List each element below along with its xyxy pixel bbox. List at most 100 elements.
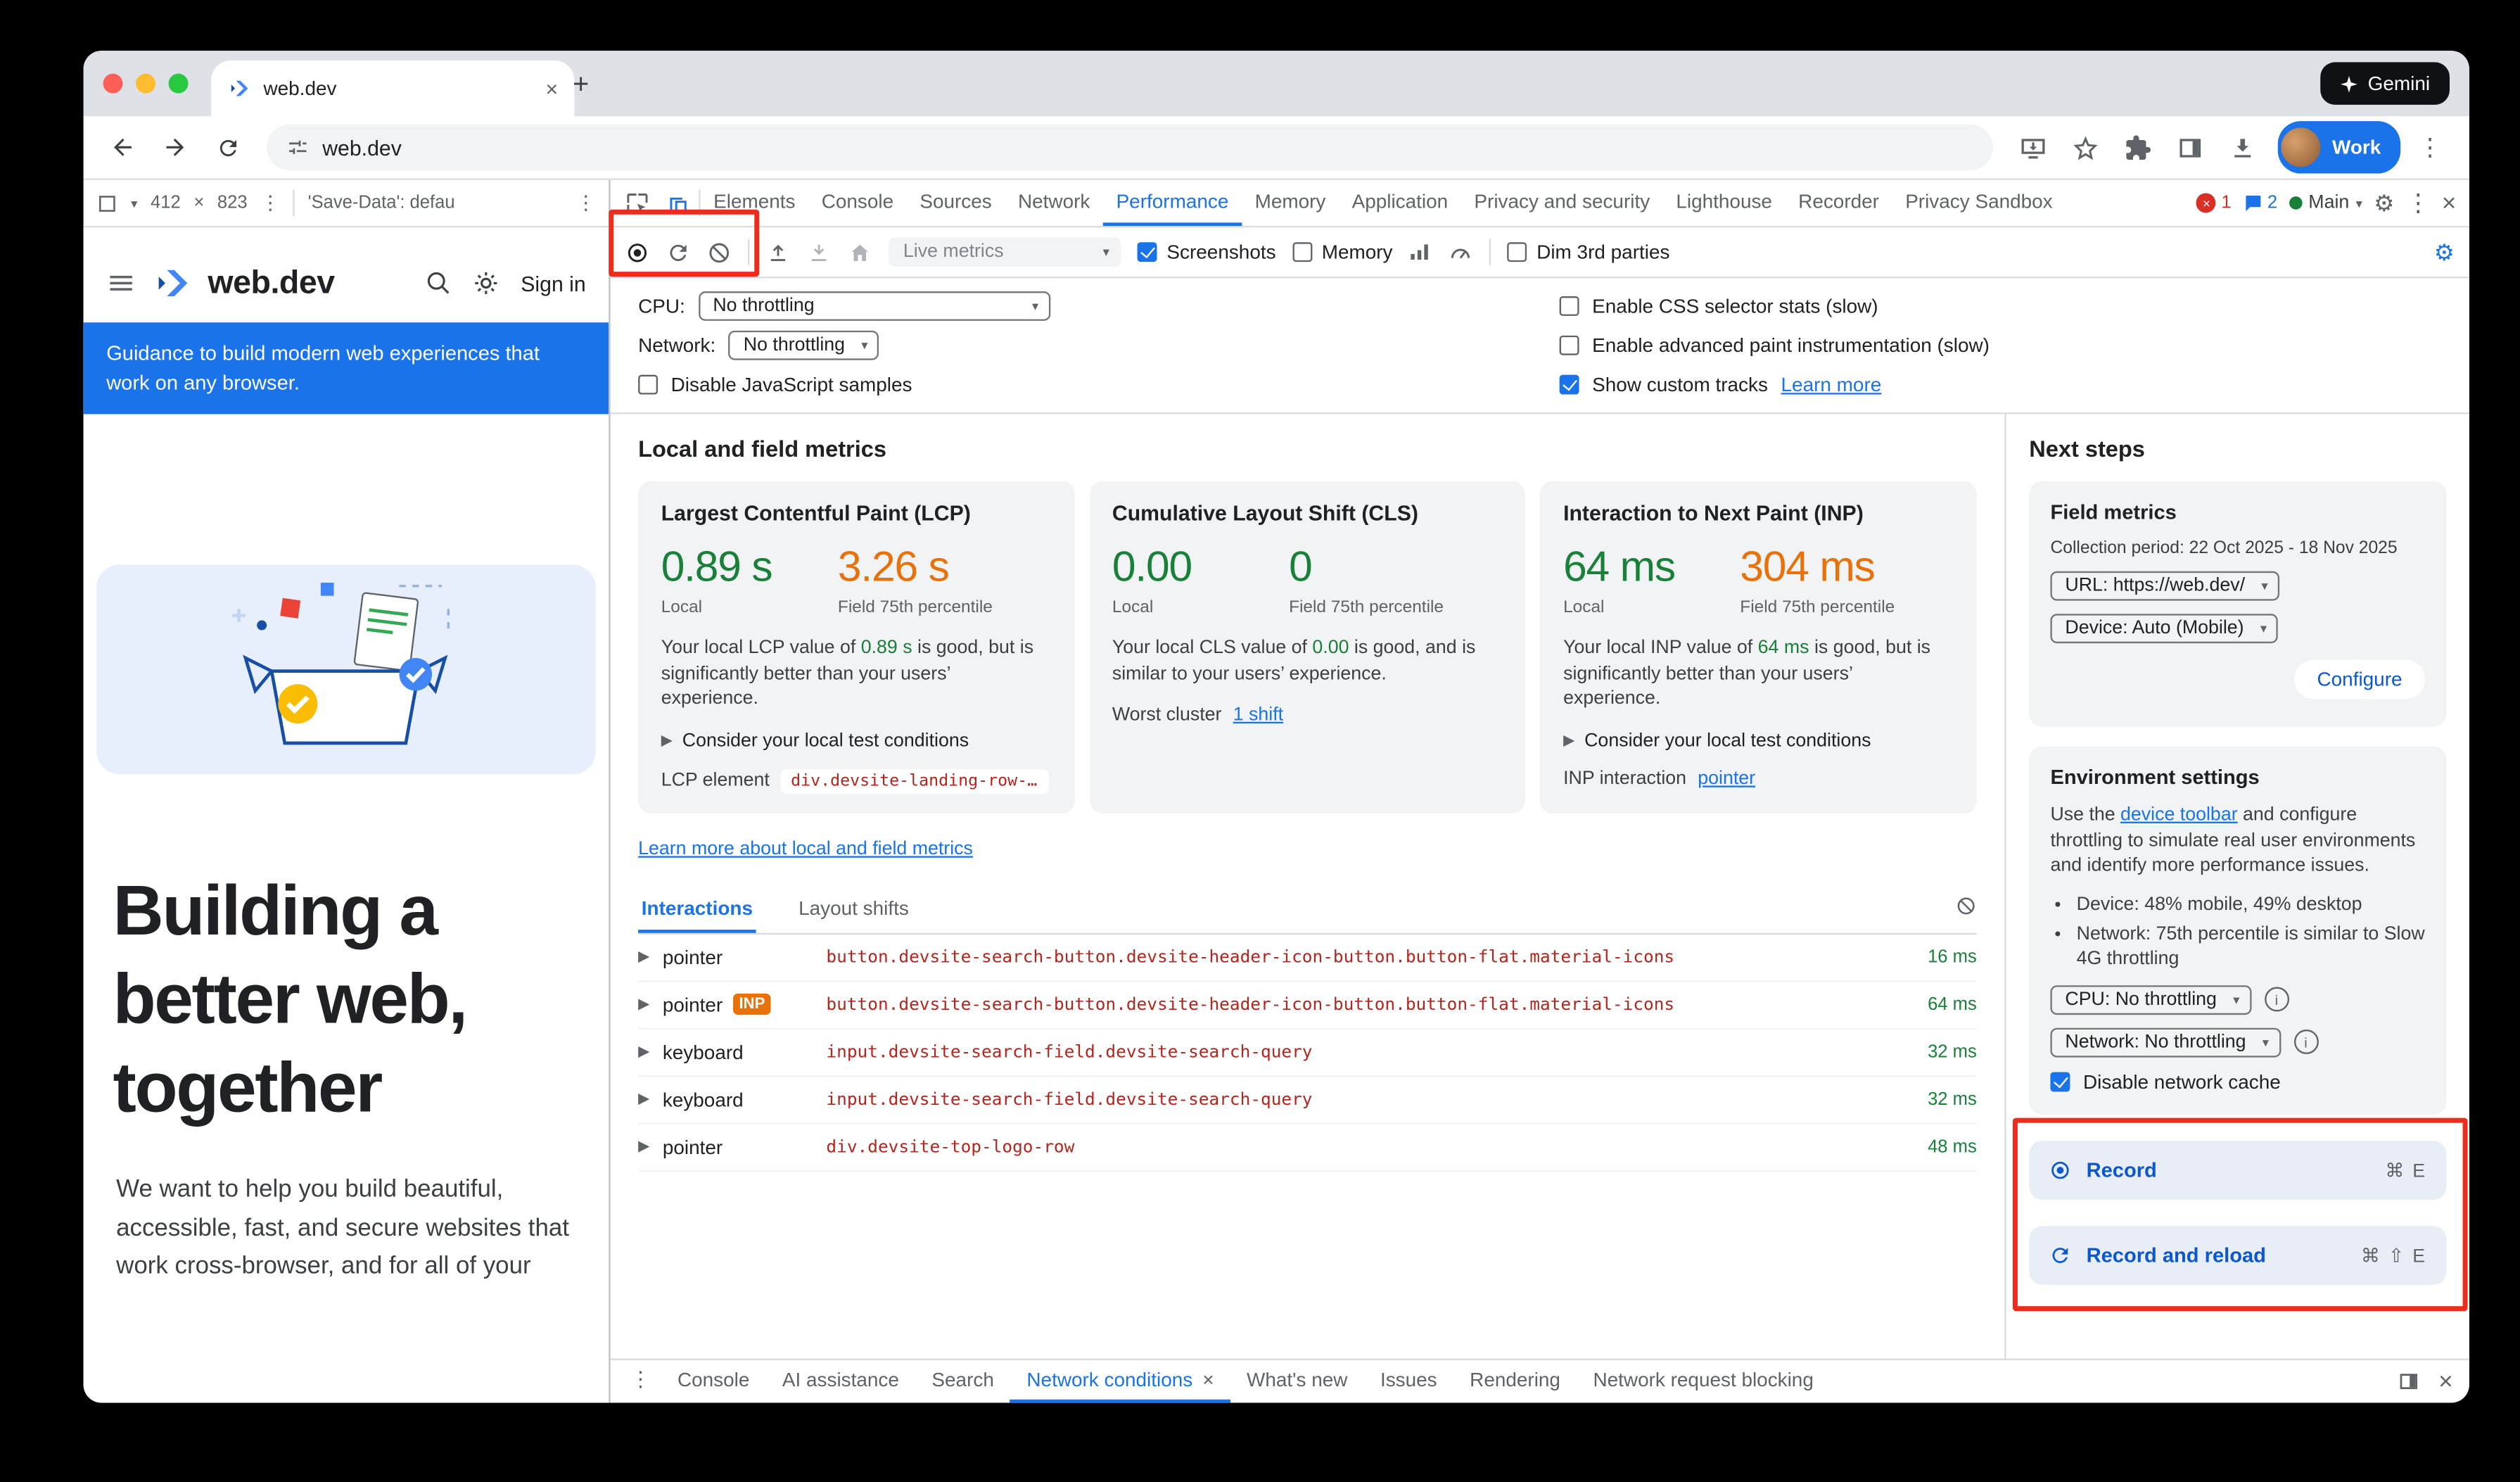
device-toolbar-link[interactable]: device toolbar xyxy=(2120,805,2238,825)
network-throttle-icon[interactable] xyxy=(1409,241,1432,264)
reload-button[interactable] xyxy=(205,125,250,170)
message-badge[interactable]: 2 xyxy=(2243,193,2277,213)
env-cpu-select[interactable]: CPU: No throttling▾ xyxy=(2050,984,2251,1014)
tab-privacy-sandbox[interactable]: Privacy Sandbox xyxy=(1892,180,2066,226)
device-height-field[interactable]: 823 xyxy=(217,193,248,213)
drawer-tab-console[interactable]: Console xyxy=(661,1360,766,1402)
css-selector-stats-checkbox[interactable]: Enable CSS selector stats (slow) xyxy=(1560,290,2453,321)
back-button[interactable] xyxy=(100,125,146,170)
address-bar[interactable]: web.dev xyxy=(267,125,1993,170)
memory-checkbox[interactable]: Memory xyxy=(1292,241,1393,264)
dim-3rd-parties-checkbox[interactable]: Dim 3rd parties xyxy=(1507,241,1669,264)
live-metrics-home-button[interactable] xyxy=(848,240,872,265)
hamburger-menu-icon[interactable] xyxy=(106,268,136,298)
interaction-row[interactable]: ▶ keyboard input.devsite-search-field.de… xyxy=(638,1076,1977,1123)
expand-icon[interactable]: ▶ xyxy=(638,1138,649,1156)
site-brand[interactable]: web.dev xyxy=(208,265,334,302)
tab-performance[interactable]: Performance xyxy=(1103,180,1242,226)
worst-cluster-link[interactable]: 1 shift xyxy=(1233,705,1283,725)
tab-layout-shifts[interactable]: Layout shifts xyxy=(795,887,912,932)
chevron-down-icon[interactable]: ▾ xyxy=(131,196,137,210)
drawer-tab-rendering[interactable]: Rendering xyxy=(1453,1360,1577,1402)
drawer-tab-ai-assistance[interactable]: AI assistance xyxy=(766,1360,916,1402)
device-more-options-icon[interactable]: ⋮ xyxy=(576,191,596,215)
inspect-element-button[interactable] xyxy=(617,180,658,226)
field-url-select[interactable]: URL: https://web.dev/▾ xyxy=(2050,571,2279,601)
capture-settings-gear-icon[interactable]: ⚙ xyxy=(2434,238,2455,266)
close-drawer-icon[interactable]: × xyxy=(2438,1369,2452,1394)
tab-privacy-and-security[interactable]: Privacy and security xyxy=(1461,180,1663,226)
bookmark-button[interactable] xyxy=(2062,125,2108,170)
interaction-node-link[interactable]: div.devsite-top-logo-row xyxy=(826,1136,1885,1156)
save-profile-button[interactable] xyxy=(807,240,832,265)
close-window-button[interactable] xyxy=(103,74,123,94)
webdev-logo-icon[interactable] xyxy=(152,263,191,303)
extensions-button[interactable] xyxy=(2115,125,2161,170)
interaction-node-link[interactable]: input.devsite-search-field.devsite-searc… xyxy=(826,1089,1885,1109)
cpu-throttle-icon[interactable] xyxy=(1449,240,1473,265)
record-button[interactable] xyxy=(625,240,650,265)
tab-application[interactable]: Application xyxy=(1339,180,1461,226)
tab-lighthouse[interactable]: Lighthouse xyxy=(1663,180,1786,226)
close-devtools-icon[interactable]: × xyxy=(2442,191,2456,215)
theme-toggle-icon[interactable] xyxy=(473,270,499,296)
sign-in-link[interactable]: Sign in xyxy=(521,271,585,296)
tab-network[interactable]: Network xyxy=(1005,180,1103,226)
interaction-node-link[interactable]: input.devsite-search-field.devsite-searc… xyxy=(826,1041,1885,1061)
tab-elements[interactable]: Elements xyxy=(701,180,809,226)
load-profile-button[interactable] xyxy=(766,240,791,265)
install-app-button[interactable] xyxy=(2010,125,2056,170)
clear-interactions-icon[interactable] xyxy=(1956,895,1977,923)
interaction-node-link[interactable]: button.devsite-search-button.devsite-hea… xyxy=(826,994,1885,1014)
record-and-reload-button[interactable] xyxy=(666,240,691,265)
minimize-window-button[interactable] xyxy=(136,74,155,94)
new-tab-button[interactable]: + xyxy=(561,65,601,105)
forward-button[interactable] xyxy=(152,125,198,170)
inp-test-conditions-expander[interactable]: ▶Consider your local test conditions xyxy=(1563,731,1954,751)
device-width-field[interactable]: 412 xyxy=(151,193,181,213)
drawer-tab-whats-new[interactable]: What's new xyxy=(1230,1360,1364,1402)
expand-icon[interactable]: ▶ xyxy=(638,1043,649,1061)
lcp-element-link[interactable]: div.devsite-landing-row-ite… xyxy=(781,768,1049,793)
cpu-throttling-select[interactable]: No throttling▾ xyxy=(698,291,1050,320)
network-throttling-select[interactable]: No throttling▾ xyxy=(729,330,879,360)
drawer-tab-network-request-blocking[interactable]: Network request blocking xyxy=(1577,1360,1830,1402)
throttling-dropdown[interactable]: 'Save-Data': defau xyxy=(308,193,455,213)
tab-close-icon[interactable]: × xyxy=(545,77,558,99)
search-icon[interactable] xyxy=(426,270,452,296)
record-button-large[interactable]: Record ⌘ E xyxy=(2029,1141,2446,1200)
info-icon[interactable]: i xyxy=(2264,987,2289,1012)
field-device-select[interactable]: Device: Auto (Mobile)▾ xyxy=(2050,614,2278,643)
device-toolbar-toggle[interactable] xyxy=(658,180,699,226)
zoom-window-button[interactable] xyxy=(169,74,189,94)
expand-icon[interactable]: ▶ xyxy=(638,948,649,966)
devtools-settings-icon[interactable]: ⚙ xyxy=(2374,189,2394,217)
drawer-menu-button[interactable]: ⋮ xyxy=(621,1360,661,1402)
tab-recorder[interactable]: Recorder xyxy=(1786,180,1892,226)
profile-chip[interactable]: Work xyxy=(2278,121,2400,173)
disable-network-cache-checkbox[interactable]: Disable network cache xyxy=(2050,1070,2425,1093)
drawer-tab-search[interactable]: Search xyxy=(915,1360,1010,1402)
context-selector[interactable]: Main ▾ xyxy=(2289,193,2362,213)
interaction-row[interactable]: ▶ pointer div.devsite-top-logo-row 48 ms xyxy=(638,1124,1977,1171)
paint-instrumentation-checkbox[interactable]: Enable advanced paint instrumentation (s… xyxy=(1560,329,2453,360)
downloads-button[interactable] xyxy=(2219,125,2265,170)
tab-interactions[interactable]: Interactions xyxy=(638,887,756,932)
close-icon[interactable]: × xyxy=(1202,1370,1214,1390)
side-panel-button[interactable] xyxy=(2167,125,2213,170)
device-frame-icon[interactable] xyxy=(96,192,117,213)
clear-button[interactable] xyxy=(707,240,732,265)
tab-sources[interactable]: Sources xyxy=(907,180,1005,226)
show-custom-tracks-checkbox[interactable]: Show custom tracks Learn more xyxy=(1560,368,2453,399)
dock-side-icon[interactable] xyxy=(2398,1370,2421,1393)
env-network-select[interactable]: Network: No throttling▾ xyxy=(2050,1027,2280,1057)
learn-metrics-link[interactable]: Learn more about local and field metrics xyxy=(638,839,973,859)
drawer-tab-issues[interactable]: Issues xyxy=(1364,1360,1453,1402)
inp-interaction-link[interactable]: pointer xyxy=(1698,768,1755,788)
learn-more-link[interactable]: Learn more xyxy=(1781,372,1882,395)
expand-icon[interactable]: ▶ xyxy=(638,1090,649,1108)
error-badge[interactable]: × 1 xyxy=(2197,193,2232,213)
expand-icon[interactable]: ▶ xyxy=(638,995,649,1013)
screenshots-checkbox[interactable]: Screenshots xyxy=(1138,241,1276,264)
devtools-more-icon[interactable]: ⋮ xyxy=(2406,188,2431,217)
